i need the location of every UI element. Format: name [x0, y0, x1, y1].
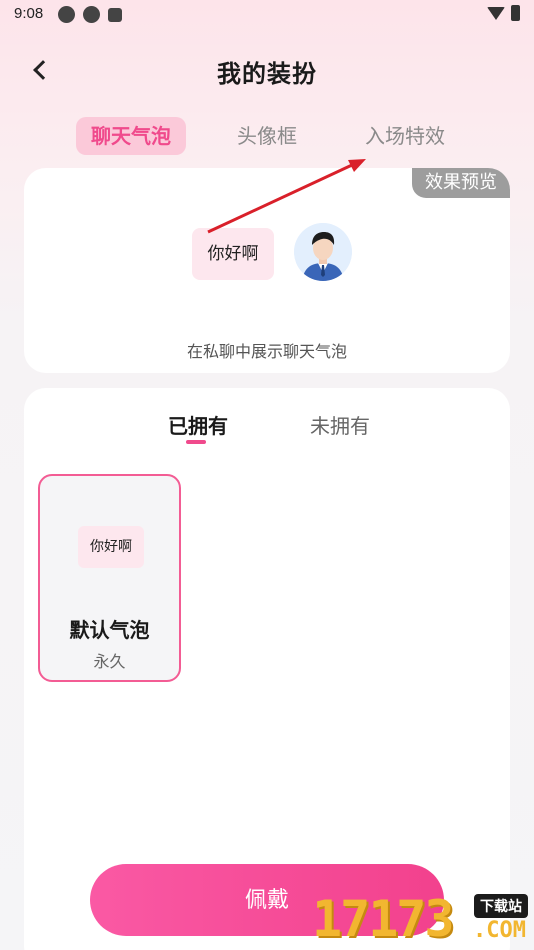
tab-entrance-effect[interactable]: 入场特效: [350, 117, 460, 155]
watermark-digits: 17173: [312, 890, 455, 948]
battery-icon: [511, 5, 520, 21]
status-right: [487, 5, 520, 21]
preview-tag: 效果预览: [412, 168, 510, 198]
app-notification-icon: [108, 8, 122, 22]
avatar: [294, 223, 352, 281]
category-tabs: 聊天气泡 头像框 入场特效: [0, 117, 534, 157]
app-notification-icon: [83, 6, 100, 23]
user-avatar-icon: [294, 223, 352, 281]
tab-owned[interactable]: 已拥有: [168, 410, 228, 439]
item-duration: 永久: [93, 652, 126, 671]
preview-card: 效果预览 你好啊 在私聊中展示聊天气泡: [24, 168, 510, 373]
status-time: 9:08: [14, 5, 44, 22]
chat-bubble-preview: 你好啊: [192, 228, 274, 280]
tab-avatar-frame[interactable]: 头像框: [222, 117, 312, 155]
page-title: 我的装扮: [217, 60, 317, 88]
wifi-icon: [487, 6, 505, 20]
header: 我的装扮: [0, 44, 534, 96]
watermark-domain: .COM: [473, 918, 526, 943]
watermark-logo: 17173 下载站 .COM: [312, 890, 534, 950]
watermark-badge: 下载站: [474, 894, 528, 918]
notification-icons: [58, 6, 122, 23]
active-tab-indicator: [186, 440, 206, 444]
item-bubble-preview: 你好啊: [78, 526, 144, 568]
bubble-item-card[interactable]: 你好啊 默认气泡 永久: [38, 474, 181, 682]
tab-chat-bubble[interactable]: 聊天气泡: [76, 117, 186, 155]
preview-caption: 在私聊中展示聊天气泡: [186, 342, 347, 361]
status-bar: 9:08: [0, 0, 534, 28]
app-notification-icon: [58, 6, 75, 23]
item-name: 默认气泡: [69, 618, 150, 642]
tab-not-owned[interactable]: 未拥有: [310, 410, 370, 439]
